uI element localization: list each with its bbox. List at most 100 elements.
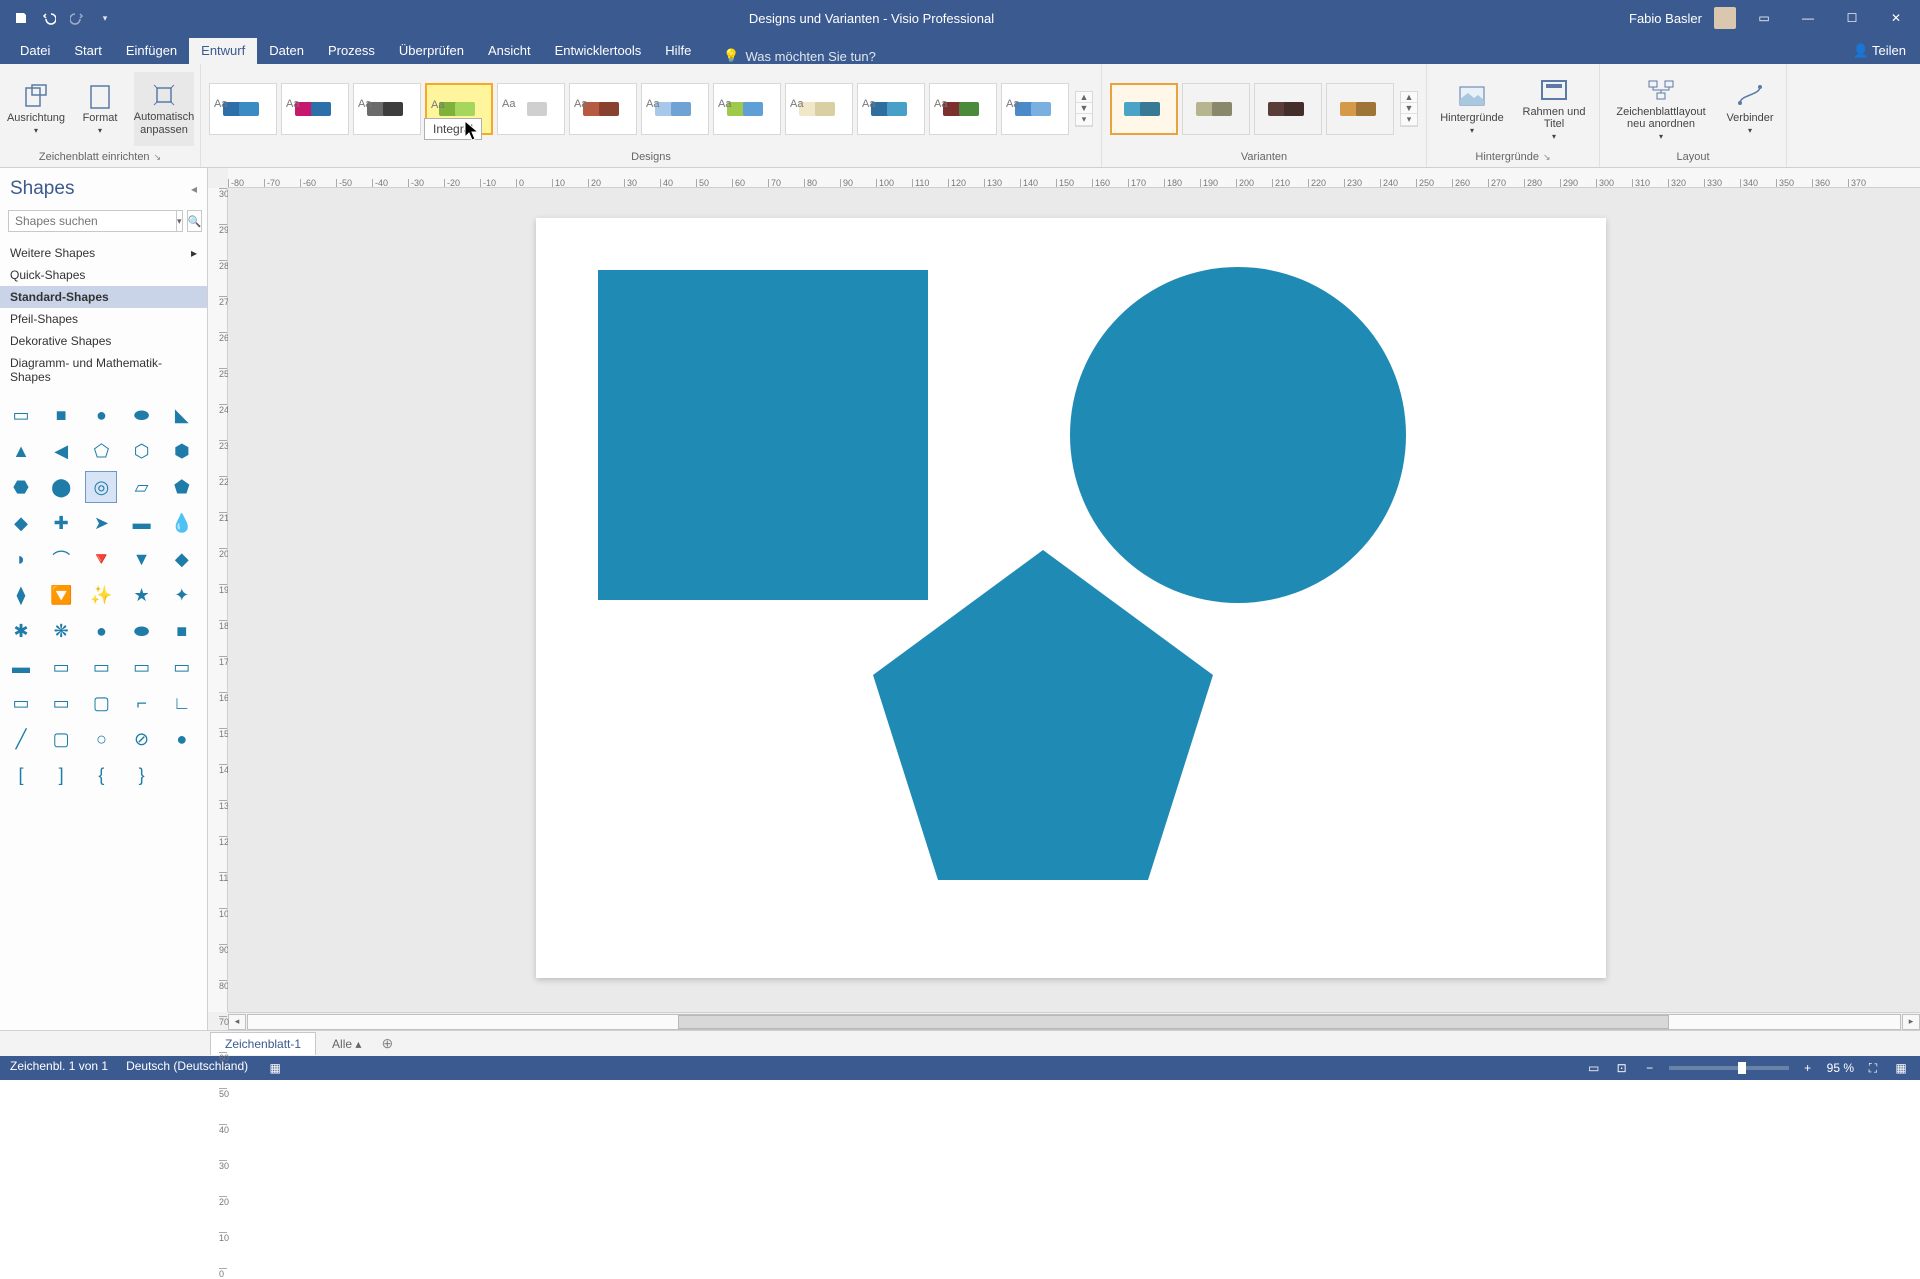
stencil-shape-9[interactable]: ⬢ xyxy=(167,436,197,466)
stencil-shape-22[interactable]: 🔻 xyxy=(86,544,116,574)
stencil-shape-43[interactable]: ⌐ xyxy=(127,688,157,718)
scroll-left-icon[interactable]: ◂ xyxy=(228,1014,246,1030)
stencil-shape-5[interactable]: ▲ xyxy=(6,436,36,466)
stencil-shape-16[interactable]: ✚ xyxy=(46,508,76,538)
shapes-search-input[interactable] xyxy=(8,210,177,232)
stencil-shape-45[interactable]: ╱ xyxy=(6,724,36,754)
pan-zoom-icon[interactable]: ▦ xyxy=(1892,1059,1910,1077)
variant-2[interactable] xyxy=(1254,83,1322,135)
stencil-shape-0[interactable]: ▭ xyxy=(6,400,36,430)
stencil-shape-24[interactable]: ◆ xyxy=(167,544,197,574)
stencil-shape-11[interactable]: ⬤ xyxy=(46,472,76,502)
stencil-shape-7[interactable]: ⬠ xyxy=(86,436,116,466)
backgrounds-launcher[interactable]: ↘ xyxy=(1543,152,1551,162)
stencil-shape-26[interactable]: 🔽 xyxy=(46,580,76,610)
gallery-up-icon[interactable]: ▲ xyxy=(1076,92,1092,103)
stencil-shape-31[interactable]: ❋ xyxy=(46,616,76,646)
stencil-shape-30[interactable]: ✱ xyxy=(6,616,36,646)
stencil-shape-8[interactable]: ⬡ xyxy=(127,436,157,466)
stencil-diagramm-und-mathematik-shapes[interactable]: Diagramm- und Mathematik-Shapes xyxy=(0,352,207,388)
user-avatar[interactable] xyxy=(1714,7,1736,29)
minimize-button[interactable]: — xyxy=(1792,6,1824,30)
variants-gallery-scroll[interactable]: ▲▼▾ xyxy=(1400,91,1418,127)
stencil-shape-18[interactable]: ▬ xyxy=(127,508,157,538)
collapse-panel-icon[interactable]: ◂ xyxy=(191,182,197,196)
stencil-shape-23[interactable]: ▼ xyxy=(127,544,157,574)
zoom-out-icon[interactable]: − xyxy=(1641,1059,1659,1077)
design-theme-7[interactable]: Aa xyxy=(713,83,781,135)
tab-daten[interactable]: Daten xyxy=(257,38,316,64)
page-setup-launcher[interactable]: ↘ xyxy=(154,152,162,162)
ribbon-display-options-icon[interactable]: ▭ xyxy=(1748,6,1780,30)
connectors-button[interactable]: Verbinder▾ xyxy=(1720,72,1780,146)
design-theme-2[interactable]: Aa xyxy=(353,83,421,135)
stencil-shape-52[interactable]: { xyxy=(86,760,116,790)
search-go-icon[interactable]: 🔍 xyxy=(187,210,203,232)
stencil-shape-49[interactable]: ● xyxy=(167,724,197,754)
stencil-shape-17[interactable]: ➤ xyxy=(86,508,116,538)
stencil-shape-53[interactable]: } xyxy=(127,760,157,790)
stencil-shape-19[interactable]: 💧 xyxy=(167,508,197,538)
design-theme-9[interactable]: Aa xyxy=(857,83,925,135)
stencil-shape-4[interactable]: ◣ xyxy=(167,400,197,430)
close-button[interactable]: ✕ xyxy=(1880,6,1912,30)
stencil-shape-48[interactable]: ⊘ xyxy=(127,724,157,754)
add-sheet-button[interactable]: ⊕ xyxy=(377,1034,397,1054)
stencil-shape-36[interactable]: ▭ xyxy=(46,652,76,682)
zoom-in-icon[interactable]: + xyxy=(1799,1059,1817,1077)
stencil-shape-29[interactable]: ✦ xyxy=(167,580,197,610)
presentation-mode-icon[interactable]: ▭ xyxy=(1585,1059,1603,1077)
autofit-button[interactable]: Automatisch anpassen xyxy=(134,72,194,146)
gallery-up-icon[interactable]: ▲ xyxy=(1401,92,1417,103)
stencil-shape-20[interactable]: ◗ xyxy=(6,544,36,574)
design-theme-1[interactable]: Aa xyxy=(281,83,349,135)
stencil-shape-34[interactable]: ■ xyxy=(167,616,197,646)
designs-gallery-scroll[interactable]: ▲▼▾ xyxy=(1075,91,1093,127)
undo-icon[interactable] xyxy=(40,9,58,27)
stencil-shape-10[interactable]: ⬣ xyxy=(6,472,36,502)
page-info[interactable]: Zeichenbl. 1 von 1 xyxy=(10,1059,108,1077)
fit-page-icon[interactable]: ⊡ xyxy=(1613,1059,1631,1077)
stencil-shape-1[interactable]: ■ xyxy=(46,400,76,430)
stencil-shape-14[interactable]: ⬟ xyxy=(167,472,197,502)
user-name[interactable]: Fabio Basler xyxy=(1629,11,1702,26)
relayout-button[interactable]: Zeichenblattlayout neu anordnen▾ xyxy=(1606,72,1716,146)
drawing-page[interactable] xyxy=(536,218,1606,978)
design-theme-8[interactable]: Aa xyxy=(785,83,853,135)
circle-shape[interactable] xyxy=(1070,267,1406,603)
stencil-shape-3[interactable]: ⬬ xyxy=(127,400,157,430)
stencil-shape-44[interactable]: ∟ xyxy=(167,688,197,718)
stencil-shape-15[interactable]: ◆ xyxy=(6,508,36,538)
stencil-shape-28[interactable]: ★ xyxy=(127,580,157,610)
tab-start[interactable]: Start xyxy=(62,38,113,64)
variant-1[interactable] xyxy=(1182,83,1250,135)
stencil-shape-21[interactable]: ⌒ xyxy=(46,544,76,574)
zoom-level[interactable]: 95 % xyxy=(1827,1061,1854,1075)
variant-3[interactable] xyxy=(1326,83,1394,135)
macro-recorder-icon[interactable]: ▦ xyxy=(266,1059,284,1077)
scrollbar-thumb[interactable] xyxy=(678,1015,1669,1029)
stencil-weitere-shapes[interactable]: Weitere Shapes▸ xyxy=(0,242,207,264)
qat-dropdown-icon[interactable]: ▾ xyxy=(96,9,114,27)
fit-window-icon[interactable]: ⛶ xyxy=(1864,1059,1882,1077)
stencil-shape-38[interactable]: ▭ xyxy=(127,652,157,682)
design-theme-11[interactable]: Aa xyxy=(1001,83,1069,135)
stencil-standard-shapes[interactable]: Standard-Shapes xyxy=(0,286,207,308)
tab-ueberpruefen[interactable]: Überprüfen xyxy=(387,38,476,64)
stencil-shape-50[interactable]: [ xyxy=(6,760,36,790)
stencil-shape-46[interactable]: ▢ xyxy=(46,724,76,754)
gallery-more-icon[interactable]: ▾ xyxy=(1076,114,1092,126)
horizontal-scrollbar[interactable]: ◂ ▸ xyxy=(228,1012,1920,1030)
design-theme-0[interactable]: Aa xyxy=(209,83,277,135)
borders-title-button[interactable]: Rahmen und Titel▾ xyxy=(1515,72,1593,146)
gallery-more-icon[interactable]: ▾ xyxy=(1401,114,1417,126)
stencil-shape-35[interactable]: ▬ xyxy=(6,652,36,682)
redo-icon[interactable] xyxy=(68,9,86,27)
language-status[interactable]: Deutsch (Deutschland) xyxy=(126,1059,248,1077)
stencil-shape-41[interactable]: ▭ xyxy=(46,688,76,718)
stencil-shape-32[interactable]: ● xyxy=(86,616,116,646)
stencil-shape-39[interactable]: ▭ xyxy=(167,652,197,682)
tab-datei[interactable]: Datei xyxy=(8,38,62,64)
rectangle-shape[interactable] xyxy=(598,270,928,600)
maximize-button[interactable]: ☐ xyxy=(1836,6,1868,30)
